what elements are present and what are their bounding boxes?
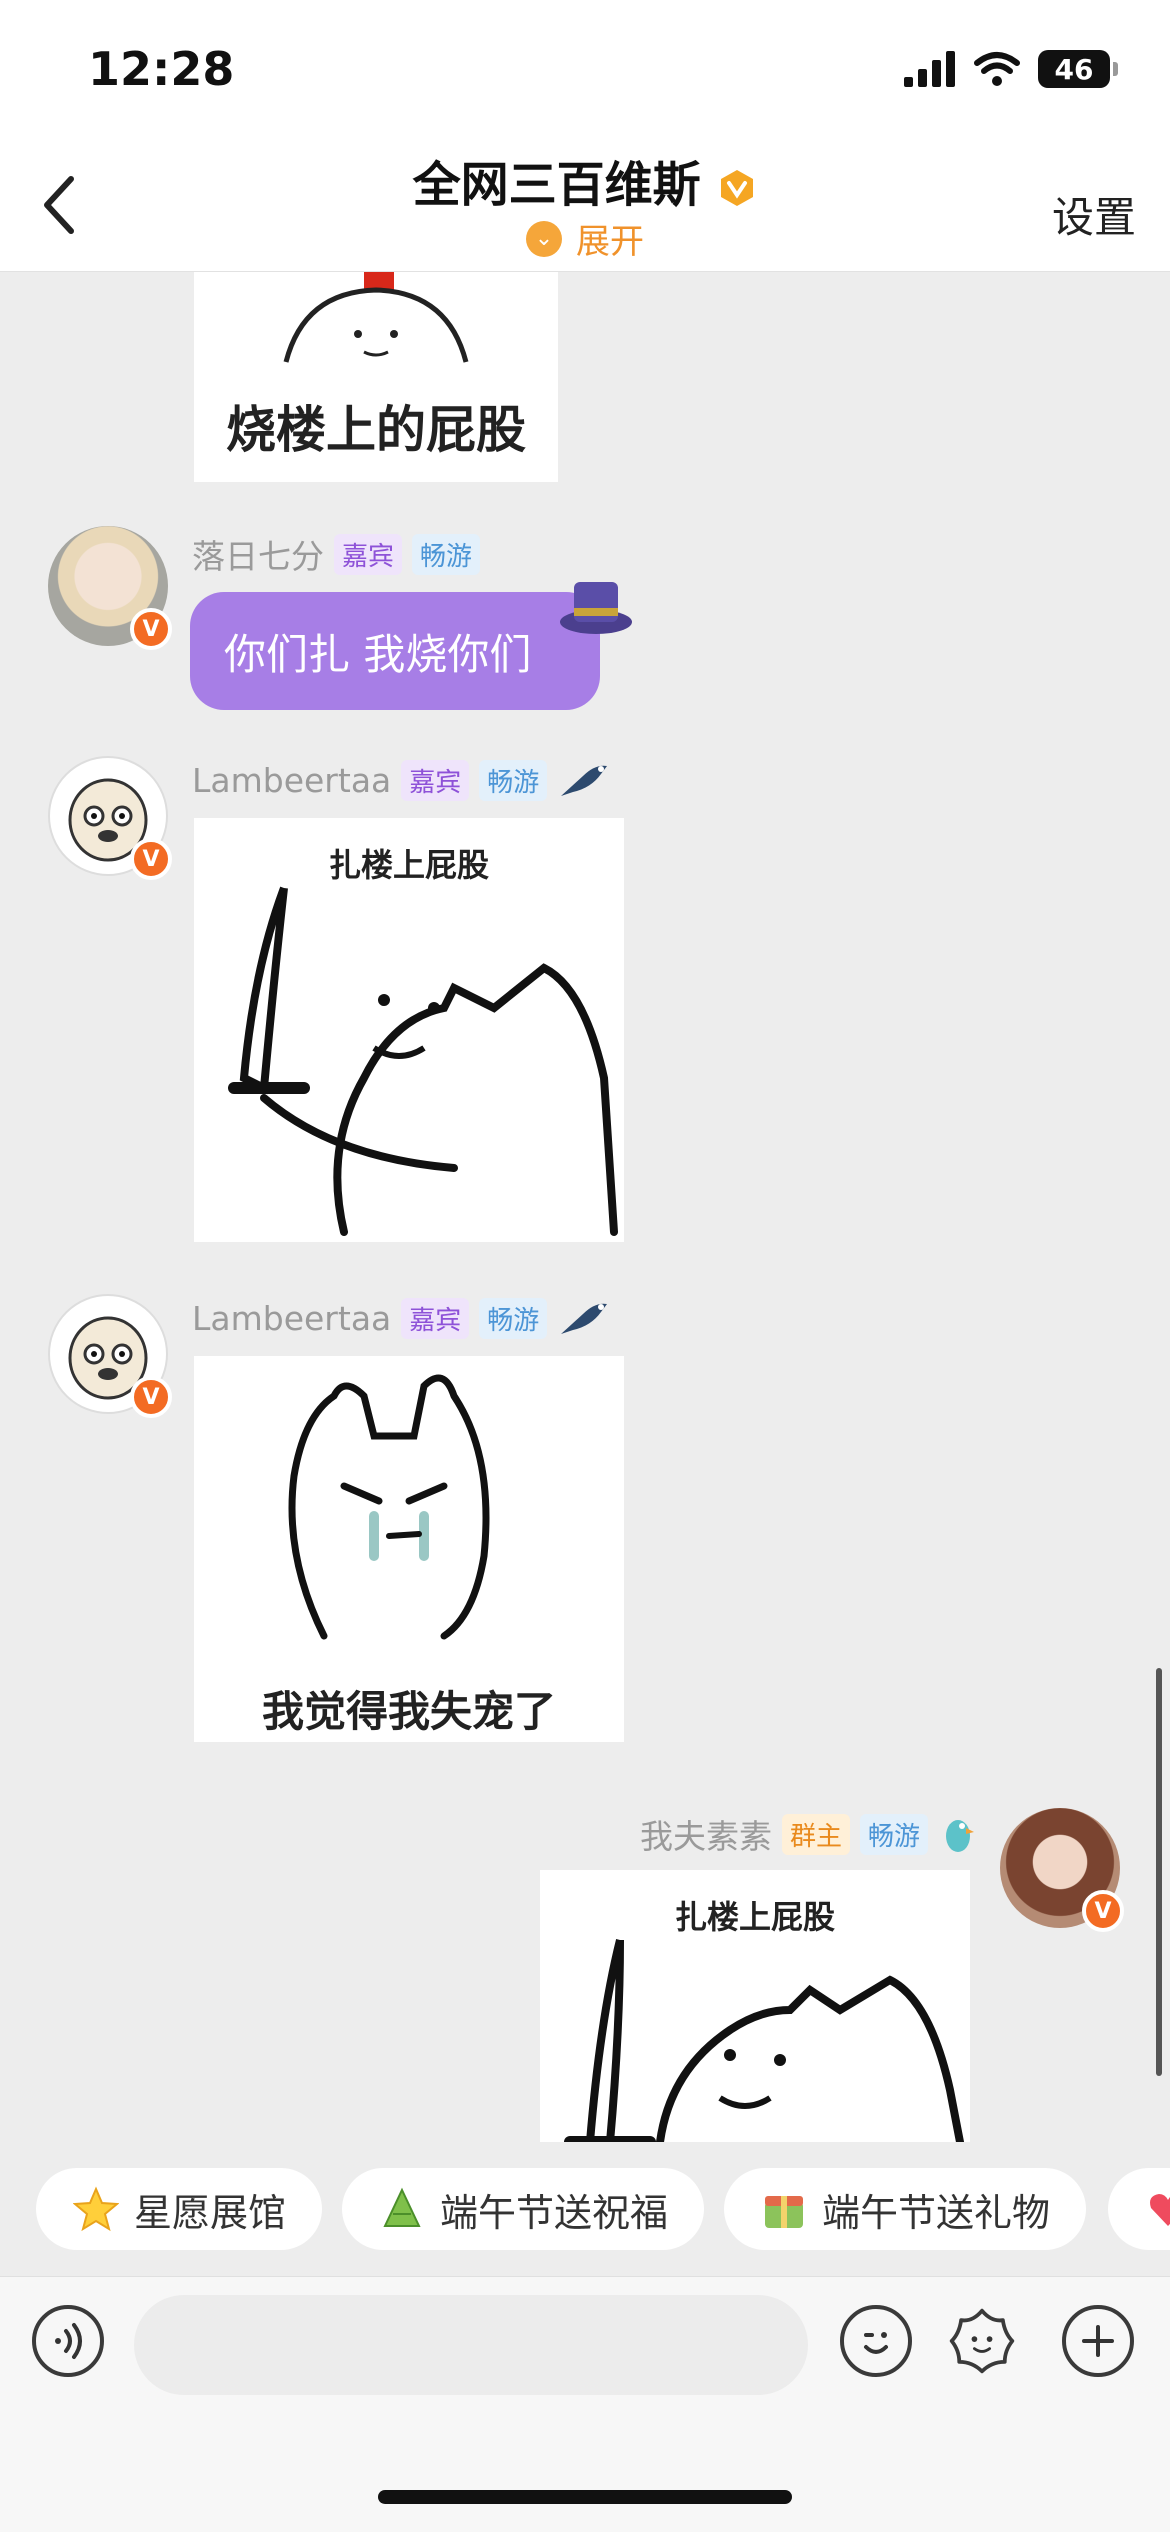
sender-row: Lambeertaa 嘉宾 畅游 <box>192 758 611 802</box>
guest-tag: 嘉宾 <box>334 533 403 575</box>
verified-v-icon: V <box>130 838 172 880</box>
guest-tag: 嘉宾 <box>401 1297 470 1339</box>
avatar[interactable]: V <box>48 526 172 650</box>
sender-name[interactable]: 我夫素素 <box>640 1810 772 1858</box>
top-hat-icon <box>560 582 632 634</box>
wink-face-icon <box>864 2332 888 2354</box>
chip-label: 端午节送礼物 <box>822 2190 1051 2235</box>
magpie-icon <box>561 765 608 796</box>
verified-v-icon: V <box>130 608 172 650</box>
magpie-icon <box>561 1303 608 1334</box>
heart-icon <box>1144 2185 1170 2233</box>
home-indicator[interactable] <box>378 2490 792 2504</box>
sender-row: 落日七分 嘉宾 畅游 <box>192 530 481 578</box>
settings-button[interactable]: 设置 <box>1052 184 1136 245</box>
chip-label: 端午节送祝福 <box>440 2190 669 2235</box>
zongzi-icon <box>378 2185 426 2233</box>
sticker-button[interactable] <box>946 2305 1018 2377</box>
chevron-down-icon: ⌄ <box>526 220 562 257</box>
cat-with-knife-icon <box>564 1939 964 2142</box>
expand-toggle[interactable]: ⌄ 展开 <box>0 214 1170 263</box>
verified-v-icon: V <box>130 1376 172 1418</box>
chip-label: 星愿展馆 <box>134 2190 287 2235</box>
sticker-caption: 我觉得我失宠了 <box>261 1687 556 1736</box>
guest-tag: 嘉宾 <box>401 759 470 801</box>
verified-v-icon: V <box>1082 1890 1124 1932</box>
text-bubble[interactable]: 你们扎 我烧你们 <box>190 592 600 710</box>
voice-button[interactable] <box>32 2305 104 2377</box>
avatar[interactable]: V <box>1000 1808 1124 1932</box>
flower-face-icon <box>949 2308 1015 2374</box>
wifi-icon <box>974 52 1020 86</box>
battery-indicator: 46 <box>1038 50 1118 88</box>
emoji-button[interactable] <box>840 2305 912 2377</box>
parrot-icon <box>946 1820 974 1852</box>
chip-more[interactable] <box>1108 2168 1170 2250</box>
voice-icon <box>55 2323 82 2359</box>
quick-actions: 星愿展馆 端午节送祝福 端午节送礼物 <box>0 2160 1170 2256</box>
chip-dragon-boat-gifts[interactable]: 端午节送礼物 <box>724 2168 1087 2250</box>
status-time: 12:28 <box>88 42 235 96</box>
avatar[interactable]: V <box>48 756 172 880</box>
gift-icon <box>760 2185 808 2233</box>
chat-title[interactable]: 全网三百维斯 <box>0 145 1170 215</box>
chat-area[interactable]: 烧楼上的屁股 V 落日七分 嘉宾 畅游 你们扎 我烧你们 V Lambeerta… <box>0 272 1170 2142</box>
sticker-image[interactable]: 扎楼上屁股 <box>194 818 624 1242</box>
star-icon <box>72 2185 120 2233</box>
chip-star-gallery[interactable]: 星愿展馆 <box>36 2168 323 2250</box>
free-tag: 畅游 <box>479 759 548 801</box>
sticker-image[interactable]: 扎楼上屁股 <box>540 1870 970 2142</box>
scrollbar[interactable] <box>1156 1668 1162 2076</box>
avatar[interactable]: V <box>48 1294 172 1418</box>
crying-rabbit-icon <box>288 1374 490 1640</box>
sender-row: Lambeertaa 嘉宾 畅游 <box>192 1296 611 1340</box>
message-text: 你们扎 我烧你们 <box>224 629 532 679</box>
free-tag: 畅游 <box>479 1297 548 1339</box>
verified-badge-icon <box>721 170 754 206</box>
sticker-image[interactable]: 我觉得我失宠了 <box>194 1356 624 1742</box>
owner-tag: 群主 <box>781 1813 850 1855</box>
message-input[interactable] <box>134 2295 808 2395</box>
sticker-image[interactable]: 烧楼上的屁股 <box>194 272 558 482</box>
sender-name[interactable]: 落日七分 <box>192 530 324 578</box>
cat-with-knife-icon <box>228 886 618 1236</box>
top-bar: 12:28 46 全网三百维斯 ⌄ 展开 设置 <box>0 0 1170 272</box>
chip-dragon-boat-wishes[interactable]: 端午节送祝福 <box>342 2168 705 2250</box>
sender-row: 我夫素素 群主 畅游 <box>640 1810 978 1858</box>
signal-icon <box>904 51 955 87</box>
free-tag: 畅游 <box>859 1813 928 1855</box>
sender-name[interactable]: Lambeertaa <box>192 761 391 800</box>
free-tag: 畅游 <box>412 533 481 575</box>
plus-button[interactable] <box>1062 2305 1134 2377</box>
expand-label: 展开 <box>576 222 644 262</box>
sticker-caption: 烧楼上的屁股 <box>226 401 526 459</box>
status-icons: 46 <box>904 50 1118 88</box>
chat-title-text: 全网三百维斯 <box>412 157 701 213</box>
plus-icon <box>1082 2325 1114 2357</box>
sender-name[interactable]: Lambeertaa <box>192 1299 391 1338</box>
